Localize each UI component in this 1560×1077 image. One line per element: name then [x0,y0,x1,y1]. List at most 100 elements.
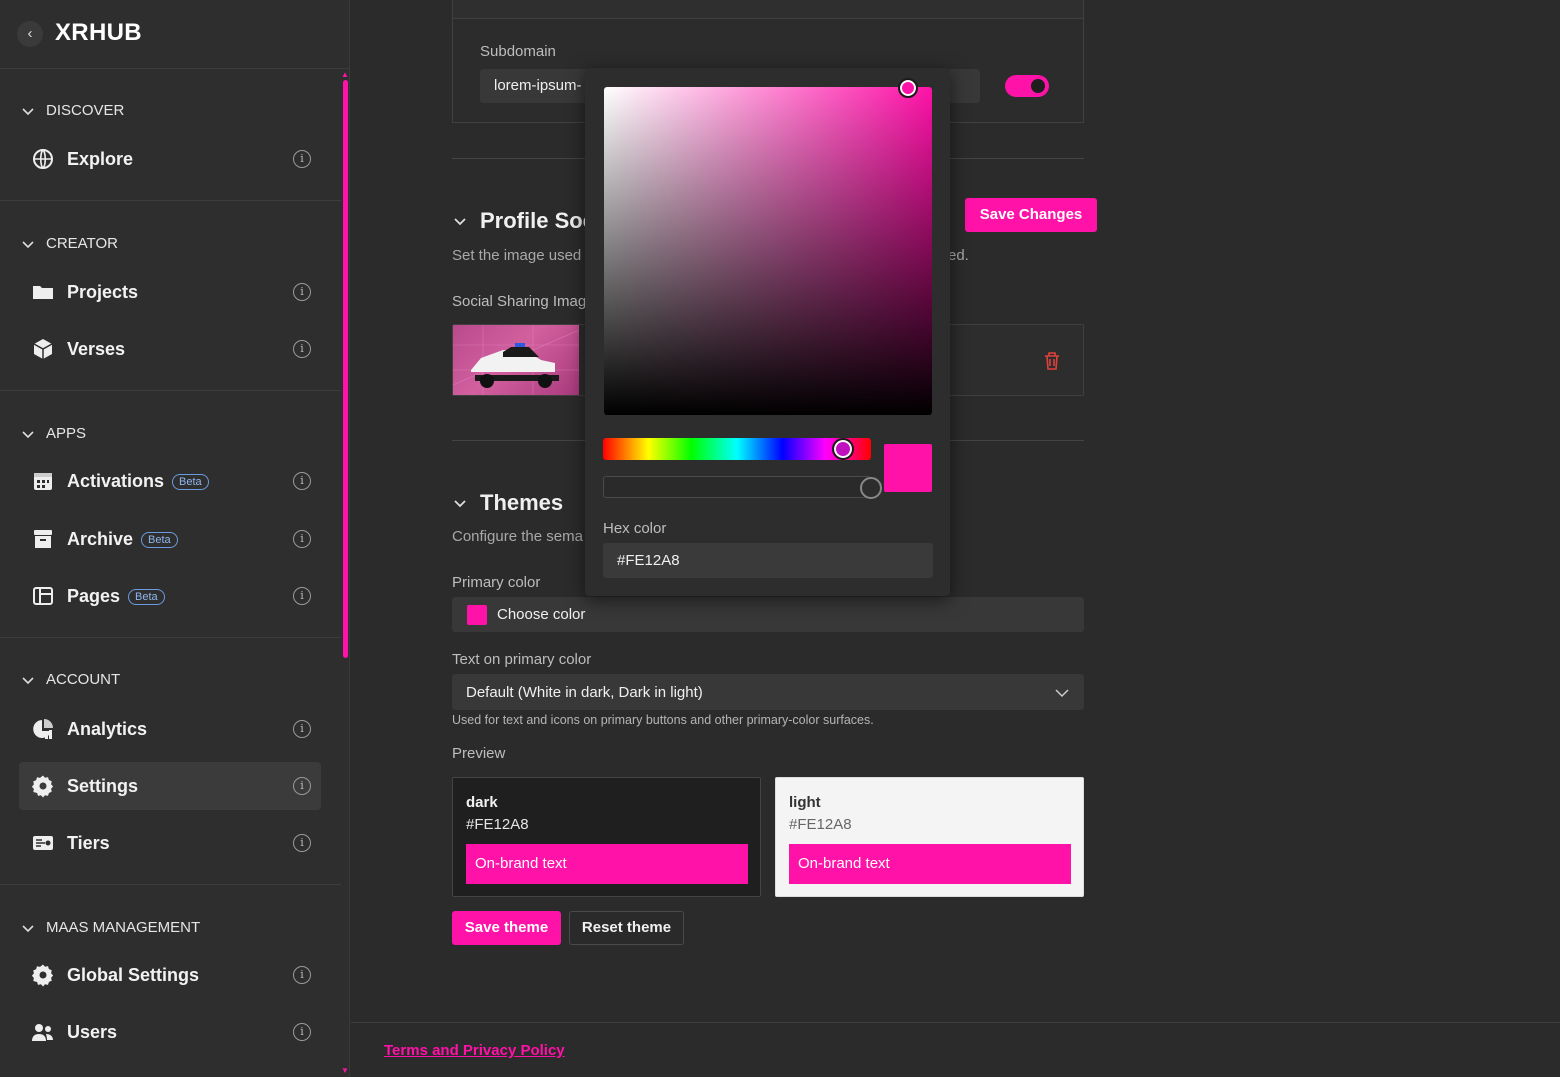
sidebar-item-label: Projects [67,282,139,302]
alpha-handle[interactable] [860,477,882,499]
sidebar-item-settings[interactable]: Settings i [19,762,321,810]
sidebar-item-archive[interactable]: Archive Beta i [19,515,321,563]
info-icon[interactable]: i [293,587,311,605]
brand-header: ‹ XRHUB [0,0,350,69]
footer-divider [351,1022,1560,1023]
section-label: DISCOVER [46,102,125,119]
calendar-icon [34,473,52,490]
sidebar-item-label: Verses [67,339,126,359]
sidebar-item-explore[interactable]: Explore i [19,135,321,183]
chevron-down-icon [454,500,466,508]
gear-icon [31,775,54,798]
sidebar-item-label: Activations Beta [67,471,209,492]
alpha-slider[interactable] [603,476,871,498]
save-changes-button[interactable]: Save Changes [965,198,1097,232]
layout-icon [33,587,53,605]
sidebar-item-label: Archive Beta [67,529,178,550]
info-icon[interactable]: i [293,283,311,301]
saturation-value-area[interactable] [604,87,932,415]
section-account[interactable]: ACCOUNT [20,671,120,688]
color-picker-popup: Hex color #FE12A8 [585,68,950,596]
choose-color-button[interactable]: Choose color [452,597,1084,632]
section-apps[interactable]: APPS [20,425,86,442]
sidebar-scrollbar[interactable] [343,80,348,658]
beta-badge: Beta [172,474,209,490]
text-on-primary-select[interactable]: Default (White in dark, Dark in light) [452,674,1084,710]
info-icon[interactable]: i [293,340,311,358]
section-label: APPS [46,425,87,442]
section-label: MAAS MANAGEMENT [46,919,201,936]
gear-icon [31,964,54,987]
archive-icon [34,530,52,548]
choose-color-label: Choose color [497,606,586,623]
preview-light-name: light [789,794,821,811]
reset-theme-button[interactable]: Reset theme [569,911,684,945]
text-on-primary-note: Used for text and icons on primary butto… [452,713,874,727]
sidebar-item-label: Users [67,1022,118,1042]
app-root: ‹ XRHUB ▲ ▼ DISCOVER Explore i CREATOR P… [0,0,1560,1077]
sidebar-item-pages[interactable]: Pages Beta i [19,572,321,620]
hue-handle[interactable] [832,438,854,460]
primary-color-label: Primary color [452,574,541,591]
sidebar-item-users[interactable]: Users i [19,1008,321,1056]
info-icon[interactable]: i [293,777,311,795]
themes-description: Configure the sema [452,528,583,545]
info-icon[interactable]: i [293,472,311,490]
section-title: Profile Soc [480,208,595,233]
beta-badge: Beta [128,589,165,605]
section-creator[interactable]: CREATOR [20,235,118,252]
beta-badge: Beta [141,532,178,548]
sidebar-item-activations[interactable]: Activations Beta i [19,457,321,505]
info-icon[interactable]: i [293,720,311,738]
sidebar-item-label: Analytics [67,719,148,739]
social-image-thumbnail[interactable] [453,325,579,395]
profile-social-header[interactable]: Profile Soc [452,208,595,234]
save-theme-button[interactable]: Save theme [452,911,561,945]
sidebar-item-label: Tiers [67,833,110,853]
section-maas-management[interactable]: MAAS MANAGEMENT [20,919,200,936]
text-on-primary-value: Default (White in dark, Dark in light) [466,684,703,701]
saturation-value-handle[interactable] [898,78,918,98]
terms-privacy-link[interactable]: Terms and Privacy Policy [384,1042,565,1059]
chevron-down-icon [22,240,34,248]
sidebar-item-global-settings[interactable]: Global Settings i [19,951,321,999]
chevron-down-icon [22,107,34,115]
section-discover[interactable]: DISCOVER [20,102,124,119]
sidebar-item-analytics[interactable]: Analytics i [19,705,321,753]
sidebar-item-tiers[interactable]: Tiers i [19,819,321,867]
divider [0,390,341,391]
section-label: ACCOUNT [46,671,121,688]
main-content: Subdomain lorem-ipsum- Profile Soc Save … [351,0,1560,1077]
users-icon [32,1024,53,1041]
scroll-down-icon[interactable]: ▼ [341,1066,349,1075]
info-icon[interactable]: i [293,966,311,984]
sidebar-item-text: Pages [67,586,121,606]
themes-header[interactable]: Themes [452,490,563,516]
trash-icon[interactable] [1043,351,1061,371]
ticket-icon [33,836,53,850]
info-icon[interactable]: i [293,150,311,168]
subdomain-toggle[interactable] [1005,75,1049,97]
chevron-down-icon [454,218,466,226]
info-icon[interactable]: i [293,834,311,852]
sidebar-item-label: Settings [67,776,139,796]
sidebar-item-projects[interactable]: Projects i [19,268,321,316]
preview-dark-hex: #FE12A8 [466,816,529,833]
hex-color-input[interactable]: #FE12A8 [603,543,933,578]
sidebar-item-verses[interactable]: Verses i [19,325,321,373]
back-button[interactable]: ‹ [17,21,43,47]
preview-label: Preview [452,745,506,762]
info-icon[interactable]: i [293,1023,311,1041]
preview-dark-name: dark [466,794,498,811]
chevron-down-icon [22,924,34,932]
hue-slider[interactable] [603,438,871,460]
info-icon[interactable]: i [293,530,311,548]
scroll-up-icon[interactable]: ▲ [341,70,349,79]
sidebar-item-label: Explore [67,149,134,169]
social-image-label: Social Sharing Imag [452,293,587,310]
folder-icon [33,286,53,299]
section-title: Themes [480,490,564,515]
profile-social-description-tail: ed. [948,247,969,264]
subdomain-label: Subdomain [480,43,556,60]
chart-icon [33,719,53,739]
